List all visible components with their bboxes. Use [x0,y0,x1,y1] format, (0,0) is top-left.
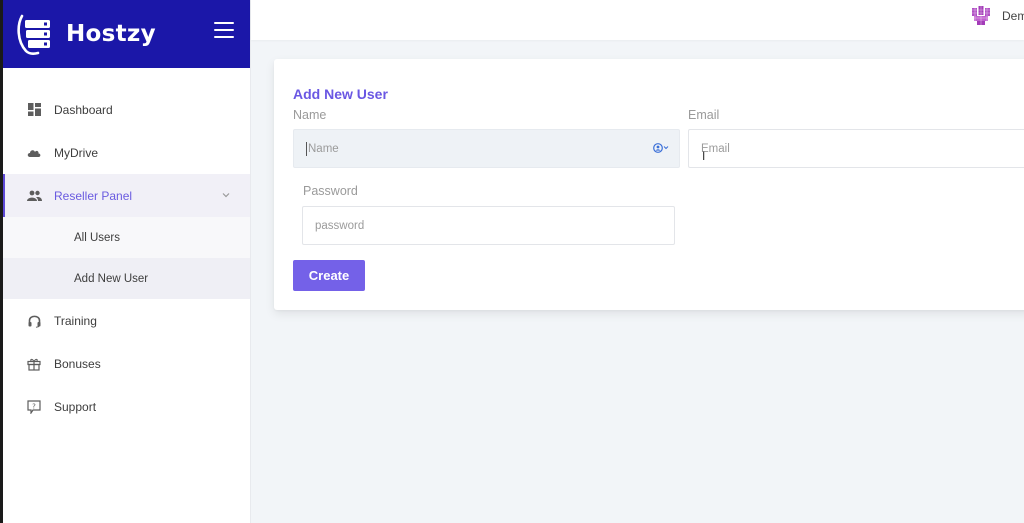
hamburger-icon[interactable] [214,22,234,38]
page-title: Add New User [293,86,388,102]
svg-text:?: ? [32,402,36,410]
password-label: Password [303,184,358,198]
brand-name: Hostzy [66,21,156,47]
headphones-icon [26,313,42,329]
gift-icon [26,356,42,372]
user-name: Dem [1002,9,1024,23]
sidebar-item-label: Reseller Panel [54,189,132,203]
sidebar-item-dashboard[interactable]: Dashboard [0,88,250,131]
sidebar-subitem-add-new-user[interactable]: Add New User [0,258,250,299]
sidebar-item-bonuses[interactable]: Bonuses [0,342,250,385]
dashboard-icon [26,102,42,118]
top-bar: Dem [251,0,1024,40]
sidebar-item-support[interactable]: ? Support [0,385,250,428]
name-label: Name [293,108,326,122]
sidebar-item-label: Dashboard [54,103,113,117]
autofill-contact-icon[interactable] [653,143,671,153]
add-user-card: Add New User Name Name Email Email I Pas… [274,59,1024,310]
sidebar-subitem-all-users[interactable]: All Users [0,217,250,258]
sidebar-item-label: Support [54,400,96,414]
brand-bar: Hostzy [0,0,250,68]
user-menu[interactable]: Dem [970,5,1024,27]
email-label: Email [688,108,719,122]
cloud-icon [26,145,42,161]
reseller-submenu: All Users Add New User [0,217,250,299]
sidebar-item-label: Bonuses [54,357,101,371]
users-icon [26,188,42,204]
avatar-pattern-icon [970,5,992,27]
i-beam-cursor-icon: I [702,149,705,163]
sidebar-item-label: Training [54,314,97,328]
sidebar-item-mydrive[interactable]: MyDrive [0,131,250,174]
password-placeholder: password [315,220,364,232]
help-chat-icon: ? [26,399,42,415]
sidebar-subitem-label: Add New User [74,273,148,285]
sidebar: Hostzy Dashboard MyDrive Reseller Panel [0,0,251,523]
sidebar-item-reseller-panel[interactable]: Reseller Panel [0,174,250,217]
sidebar-nav: Dashboard MyDrive Reseller Panel All Use… [0,88,250,428]
window-left-edge [0,0,3,523]
name-placeholder: Name [308,143,339,155]
email-input[interactable]: Email [688,129,1024,168]
sidebar-item-training[interactable]: Training [0,299,250,342]
sidebar-subitem-label: All Users [74,232,120,244]
server-stack-icon [16,13,56,55]
chevron-down-icon[interactable] [220,189,232,201]
create-button[interactable]: Create [293,260,365,291]
sidebar-item-label: MyDrive [54,146,98,160]
password-input[interactable]: password [302,206,675,245]
text-caret [306,142,307,156]
name-input[interactable]: Name [293,129,680,168]
